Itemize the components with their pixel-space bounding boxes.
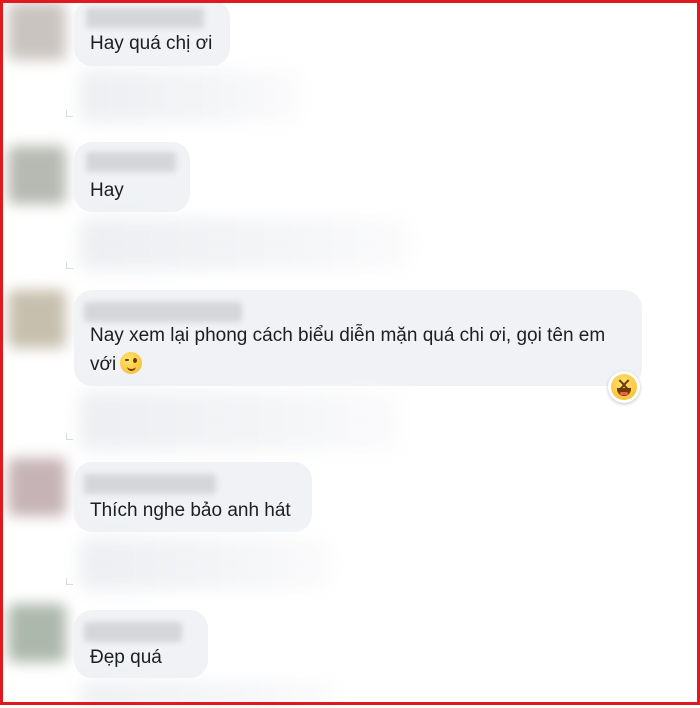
commenter-name[interactable] <box>84 622 182 642</box>
thread-connector <box>66 433 73 440</box>
comment-actions <box>80 218 410 270</box>
comment-actions <box>80 70 300 122</box>
comment-actions <box>80 538 330 590</box>
laughing-reaction-icon[interactable] <box>608 371 640 403</box>
commenter-name[interactable] <box>86 8 204 28</box>
comment-bubble[interactable]: Hay quá chị ơi <box>74 0 230 66</box>
commenter-name[interactable] <box>86 152 176 172</box>
thread-connector <box>66 262 73 269</box>
avatar[interactable] <box>8 146 66 204</box>
comment-text-line: với <box>90 350 143 379</box>
comment-bubble[interactable]: Hay <box>74 142 190 212</box>
commenter-name[interactable] <box>84 302 242 322</box>
avatar[interactable] <box>8 458 66 516</box>
avatar[interactable] <box>8 2 66 60</box>
comment-bubble[interactable]: Đẹp quá <box>74 610 208 678</box>
comment-actions <box>80 392 400 450</box>
comment-text-word: với <box>90 354 117 375</box>
avatar[interactable] <box>8 290 66 348</box>
comment-bubble[interactable]: Thích nghe bảo anh hát <box>74 462 312 532</box>
comment-bubble[interactable]: Nay xem lại phong cách biểu diễn mặn quá… <box>74 290 642 386</box>
comment-actions <box>80 682 336 708</box>
thread-connector <box>66 578 73 585</box>
comment-text: Hay quá chị ơi <box>90 33 213 54</box>
wink-emoji-icon <box>120 352 143 374</box>
comment-text-line: Nay xem lại phong cách biểu diễn mặn quá… <box>90 325 606 346</box>
thread-connector <box>66 110 73 117</box>
avatar[interactable] <box>8 604 66 662</box>
comment-text: Thích nghe bảo anh hát <box>90 500 291 521</box>
comment-text: Đẹp quá <box>90 647 162 668</box>
comment-text: Hay <box>90 180 124 201</box>
commenter-name[interactable] <box>84 474 216 494</box>
